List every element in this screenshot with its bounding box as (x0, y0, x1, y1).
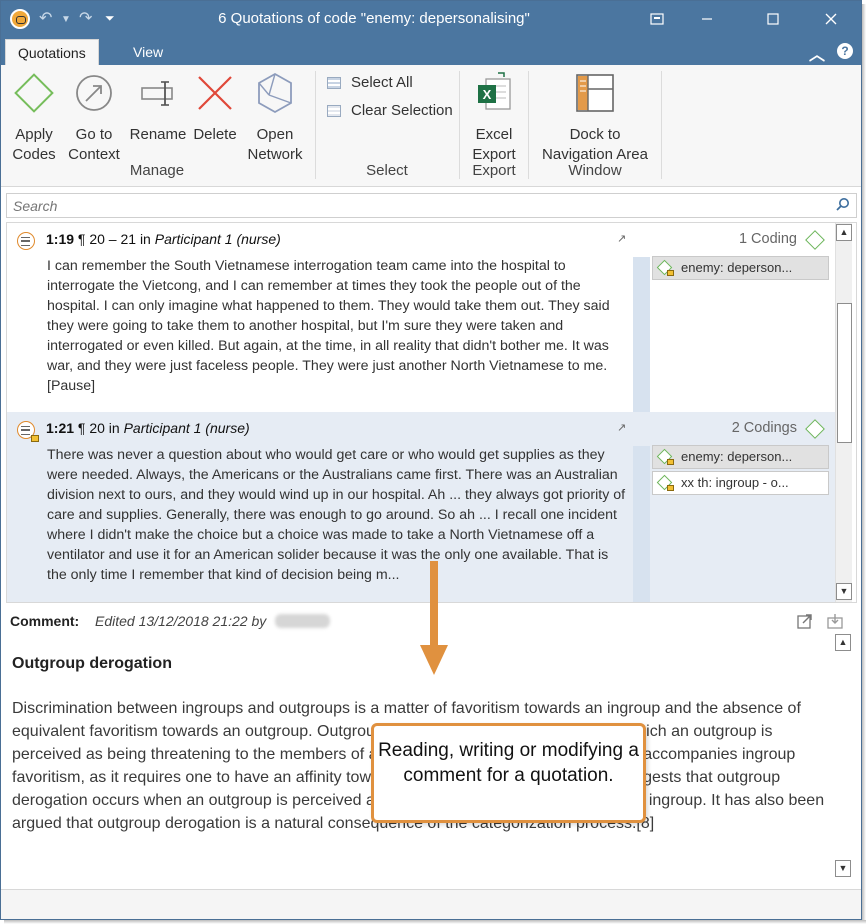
quotation-text: There was never a question about who wou… (47, 447, 626, 583)
apply-codes-button[interactable]: Apply Codes (9, 71, 59, 165)
scroll-up-button[interactable]: ▲ (836, 224, 852, 241)
save-comment-icon[interactable] (827, 613, 843, 629)
comment-badge-icon (667, 485, 674, 491)
title-bar: ↶ ▼ ↷ ⏷ 6 Quotations of code "enemy: dep… (1, 1, 861, 37)
dock-to-navigation-button[interactable]: Dock to Navigation Area (537, 71, 653, 165)
ribbon-divider (661, 71, 662, 179)
excel-icon: X (478, 72, 511, 110)
ribbon-divider (315, 71, 316, 179)
code-chip[interactable]: enemy: deperson... (652, 256, 829, 280)
close-button[interactable] (809, 1, 853, 37)
callout-arrow-head (420, 645, 448, 675)
quotation-item[interactable]: 1:19 ¶ 20 – 21 in Participant 1 (nurse) … (7, 223, 835, 412)
callout-arrow (430, 561, 438, 647)
select-all-button[interactable]: Select All (327, 74, 413, 91)
code-margin-bar (633, 257, 650, 412)
minimize-button[interactable] (685, 1, 729, 37)
ribbon-tab-bar: Quotations View ︿ ? (1, 37, 861, 65)
add-code-icon[interactable] (805, 419, 825, 439)
excel-export-button[interactable]: X Excel Export (467, 71, 521, 165)
scroll-down-button[interactable]: ▼ (836, 583, 852, 600)
quotation-list: 1:19 ¶ 20 – 21 in Participant 1 (nurse) … (6, 222, 857, 603)
ribbon-divider (528, 71, 529, 179)
window-group-label: Window (568, 162, 622, 179)
comment-edited-info: Edited 13/12/2018 21:22 by (95, 613, 267, 629)
coding-count: 2 Codings (731, 420, 797, 436)
ribbon: Apply Codes Go to Context Rename Delete … (1, 65, 861, 187)
search-box (6, 193, 857, 218)
comment-badge-icon (667, 459, 674, 465)
quotation-icon (17, 232, 35, 250)
quotation-header: 1:21 ¶ 20 in Participant 1 (nurse) (46, 420, 250, 436)
comment-label: Comment: (10, 613, 80, 629)
status-bar (1, 889, 861, 919)
ribbon-divider (459, 71, 460, 179)
network-icon (258, 72, 292, 114)
callout-box: Reading, writing or modifying a comment … (371, 723, 646, 823)
add-code-icon[interactable] (805, 230, 825, 250)
scroll-down-button[interactable]: ▼ (835, 860, 851, 877)
quotation-item-selected[interactable]: 1:21 ¶ 20 in Participant 1 (nurse) ↗ The… (7, 412, 835, 602)
restore-layout-icon[interactable] (635, 1, 679, 37)
collapse-ribbon-icon[interactable]: ︿ (809, 41, 825, 65)
rename-icon (141, 81, 173, 106)
code-chip[interactable]: xx th: ingroup - o... (652, 471, 829, 495)
code-chip[interactable]: enemy: deperson... (652, 445, 829, 469)
go-to-context-icon (76, 75, 112, 111)
select-all-icon (327, 76, 341, 89)
export-group-label: Export (472, 162, 516, 179)
go-to-context-button[interactable]: Go to Context (66, 71, 122, 165)
quotation-with-comment-icon (17, 421, 39, 442)
manage-group-label: Manage (129, 162, 185, 179)
open-quotation-icon[interactable]: ↗ (617, 421, 626, 434)
rename-button[interactable]: Rename (129, 71, 187, 145)
maximize-button[interactable] (751, 1, 795, 37)
scroll-up-button[interactable]: ▲ (835, 634, 851, 651)
comment-scrollbar[interactable]: ▲ ▼ (835, 633, 852, 885)
delete-icon (198, 76, 232, 110)
coding-count: 1 Coding (738, 231, 797, 247)
select-group-label: Select (366, 162, 408, 179)
tab-view[interactable]: View (121, 39, 175, 65)
code-margin-bar (633, 446, 650, 602)
quotation-header: 1:19 ¶ 20 – 21 in Participant 1 (nurse) (46, 231, 281, 247)
svg-text:X: X (483, 87, 492, 102)
tab-quotations[interactable]: Quotations (5, 39, 99, 65)
comment-badge-icon (667, 270, 674, 276)
search-icon[interactable] (836, 197, 850, 211)
open-network-button[interactable]: Open Network (245, 71, 305, 165)
delete-button[interactable]: Delete (191, 71, 239, 145)
comment-heading: Outgroup derogation (12, 655, 172, 672)
apply-codes-icon (14, 73, 54, 113)
help-icon[interactable]: ? (837, 43, 853, 59)
dock-icon (576, 74, 614, 112)
open-comment-editor-icon[interactable] (797, 613, 813, 629)
scroll-thumb[interactable] (837, 303, 852, 443)
quotation-manager-window: ↶ ▼ ↷ ⏷ 6 Quotations of code "enemy: dep… (0, 0, 862, 920)
clear-selection-icon (327, 104, 341, 117)
clear-selection-button[interactable]: Clear Selection (327, 102, 453, 119)
search-input[interactable] (7, 194, 827, 217)
open-quotation-icon[interactable]: ↗ (617, 232, 626, 245)
quotation-list-scrollbar[interactable]: ▲ ▼ (835, 223, 852, 602)
quotation-text: I can remember the South Vietnamese inte… (47, 258, 610, 394)
author-name-redacted (275, 614, 330, 628)
